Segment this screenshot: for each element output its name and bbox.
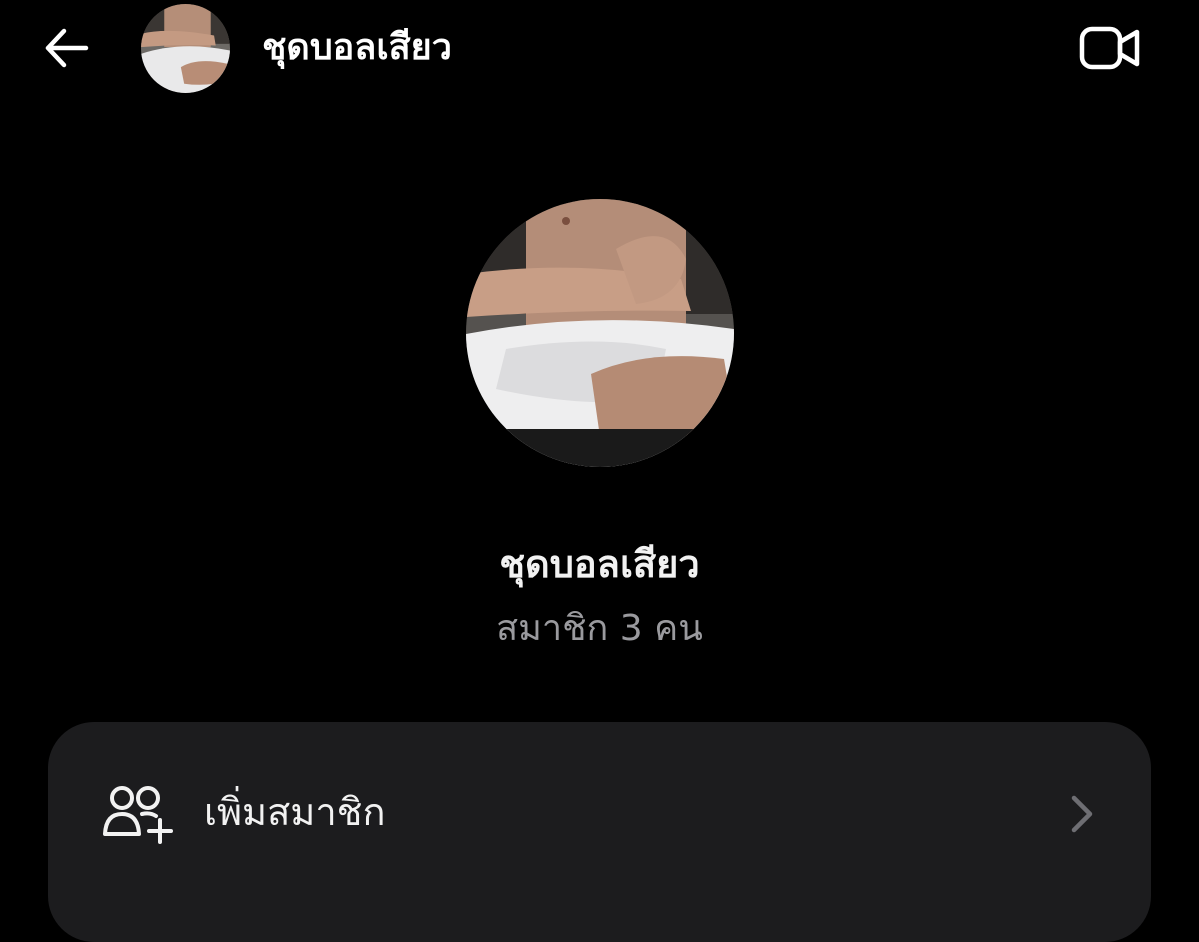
add-people-icon [103,786,173,844]
video-camera-icon [1079,26,1140,70]
add-member-label: เพิ่มสมาชิก [204,790,386,834]
chevron-right-icon [1071,795,1093,833]
group-photo [141,4,230,93]
member-count: สมาชิก 3 คน [496,608,703,649]
top-bar: ชุดบอลเสียว [0,0,1199,100]
chat-title[interactable]: ชุดบอลเสียว [262,24,452,72]
group-avatar-small[interactable] [141,4,230,93]
group-name: ชุดบอลเสียว [499,542,700,586]
arrow-left-icon [45,28,89,68]
group-photo [466,199,734,467]
actions-card: เพิ่มสมาชิก [48,722,1151,942]
video-call-button[interactable] [1072,18,1148,78]
back-button[interactable] [34,20,98,76]
group-avatar-large[interactable] [466,199,734,467]
add-member-row[interactable]: เพิ่มสมาชิก [48,752,1151,876]
